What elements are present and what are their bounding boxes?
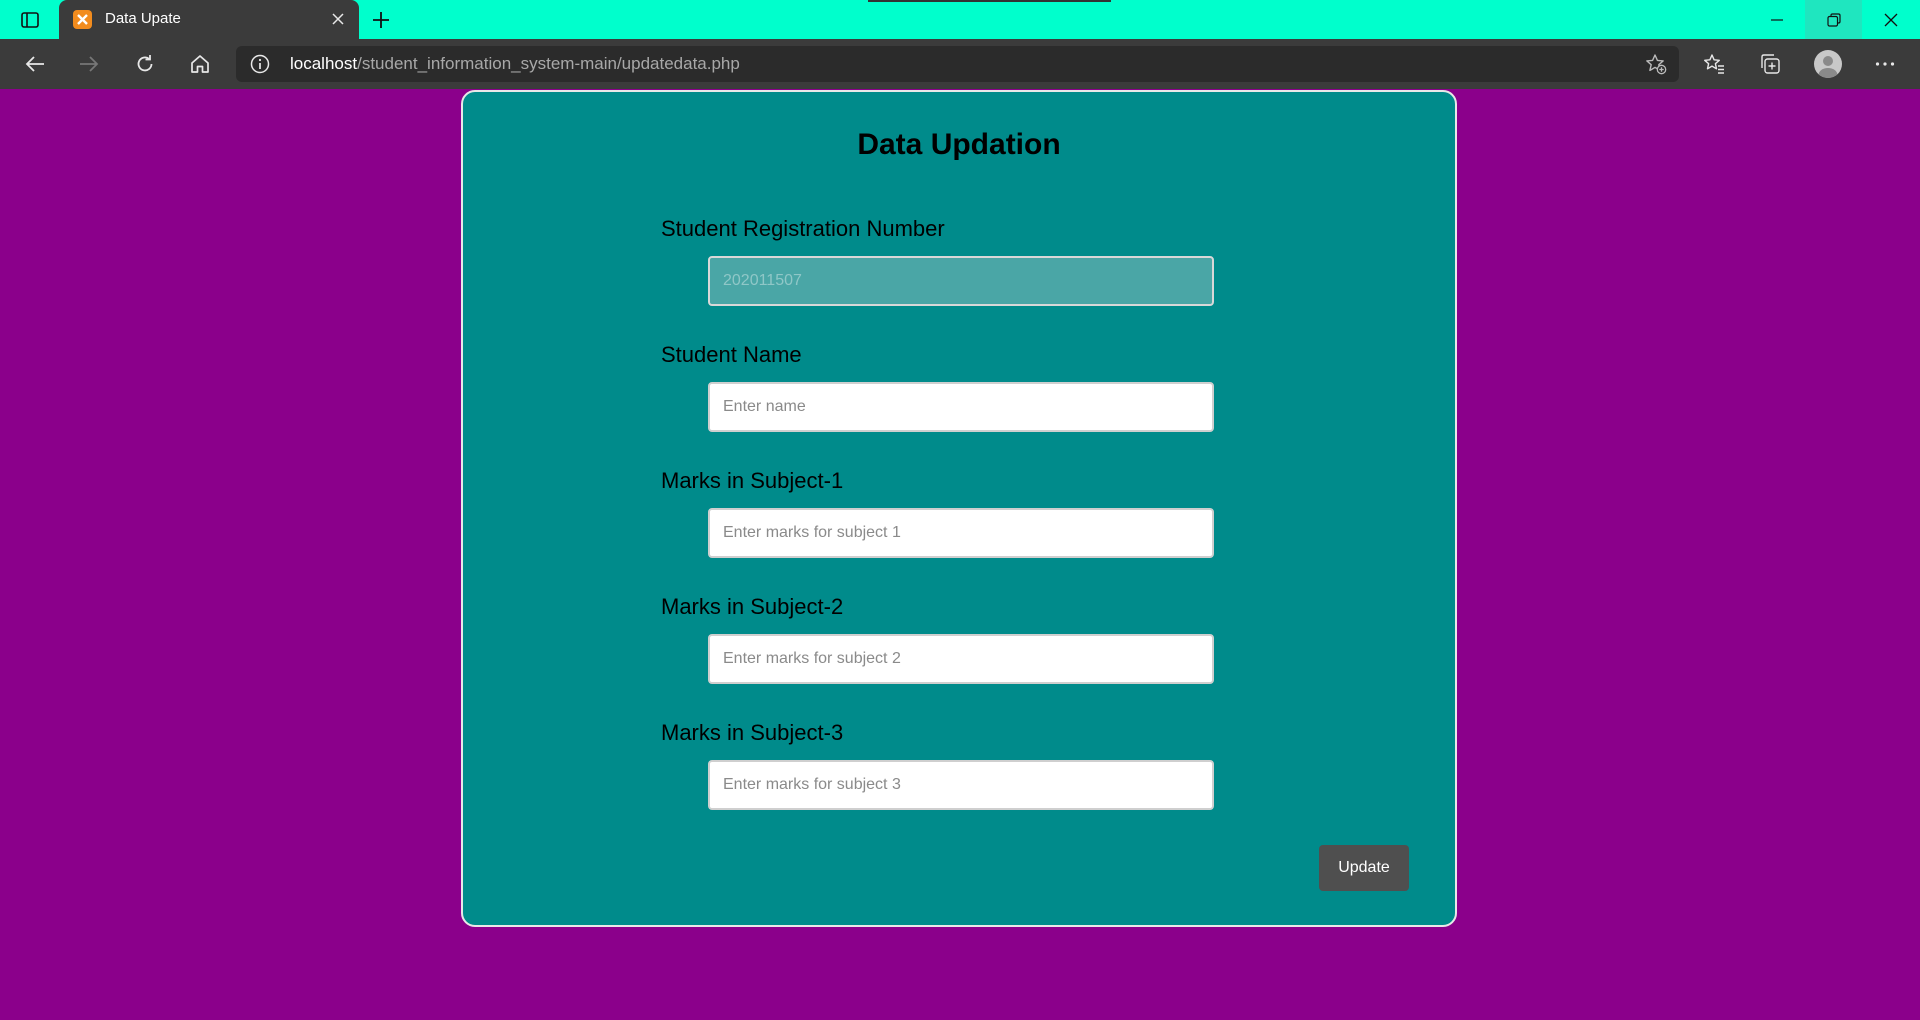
close-icon[interactable] — [329, 10, 347, 28]
tab-title: Data Upate — [105, 10, 181, 27]
subject-1-input[interactable] — [708, 508, 1214, 558]
browser-toolbar: localhost/student_information_system-mai… — [0, 39, 1920, 89]
window-close-icon[interactable] — [1862, 0, 1919, 39]
subject-2-input[interactable] — [708, 634, 1214, 684]
forward-arrow-icon[interactable] — [72, 49, 106, 79]
back-arrow-icon[interactable] — [18, 49, 52, 79]
plus-icon[interactable] — [368, 8, 394, 32]
address-bar[interactable]: localhost/student_information_system-mai… — [236, 46, 1679, 82]
update-form-card: Data Updation Student Registration Numbe… — [461, 90, 1457, 927]
more-icon[interactable] — [1869, 49, 1901, 79]
avatar[interactable] — [1814, 50, 1842, 78]
subject-3-label: Marks in Subject-3 — [661, 720, 844, 745]
browser-tab[interactable]: Data Upate — [59, 0, 359, 39]
update-button[interactable]: Update — [1319, 845, 1409, 891]
url-host: localhost — [290, 54, 358, 73]
collections-icon[interactable] — [1754, 49, 1786, 79]
info-icon[interactable] — [250, 54, 270, 74]
restore-icon[interactable] — [1805, 0, 1862, 39]
window-drag-handle — [868, 0, 1111, 2]
xampp-favicon-icon — [73, 10, 92, 29]
url-path: /student_information_system-main/updated… — [357, 54, 740, 73]
minimize-icon[interactable] — [1748, 0, 1805, 39]
subject-2-label: Marks in Subject-2 — [661, 594, 844, 619]
subject-3-input[interactable] — [708, 760, 1214, 810]
refresh-icon[interactable] — [128, 49, 162, 79]
favorites-icon[interactable] — [1698, 49, 1730, 79]
student-name-input[interactable] — [708, 382, 1214, 432]
tab-actions-icon[interactable] — [18, 9, 42, 31]
registration-number-label: Student Registration Number — [661, 216, 945, 241]
home-icon[interactable] — [183, 49, 217, 79]
student-name-label: Student Name — [661, 342, 802, 367]
page-title: Data Updation — [857, 128, 1061, 161]
subject-1-label: Marks in Subject-1 — [661, 468, 844, 493]
star-add-icon[interactable] — [1643, 52, 1669, 76]
tab-bar: Data Upate — [0, 0, 1920, 39]
registration-number-input[interactable] — [708, 256, 1214, 306]
url-text[interactable]: localhost/student_information_system-mai… — [290, 54, 740, 74]
